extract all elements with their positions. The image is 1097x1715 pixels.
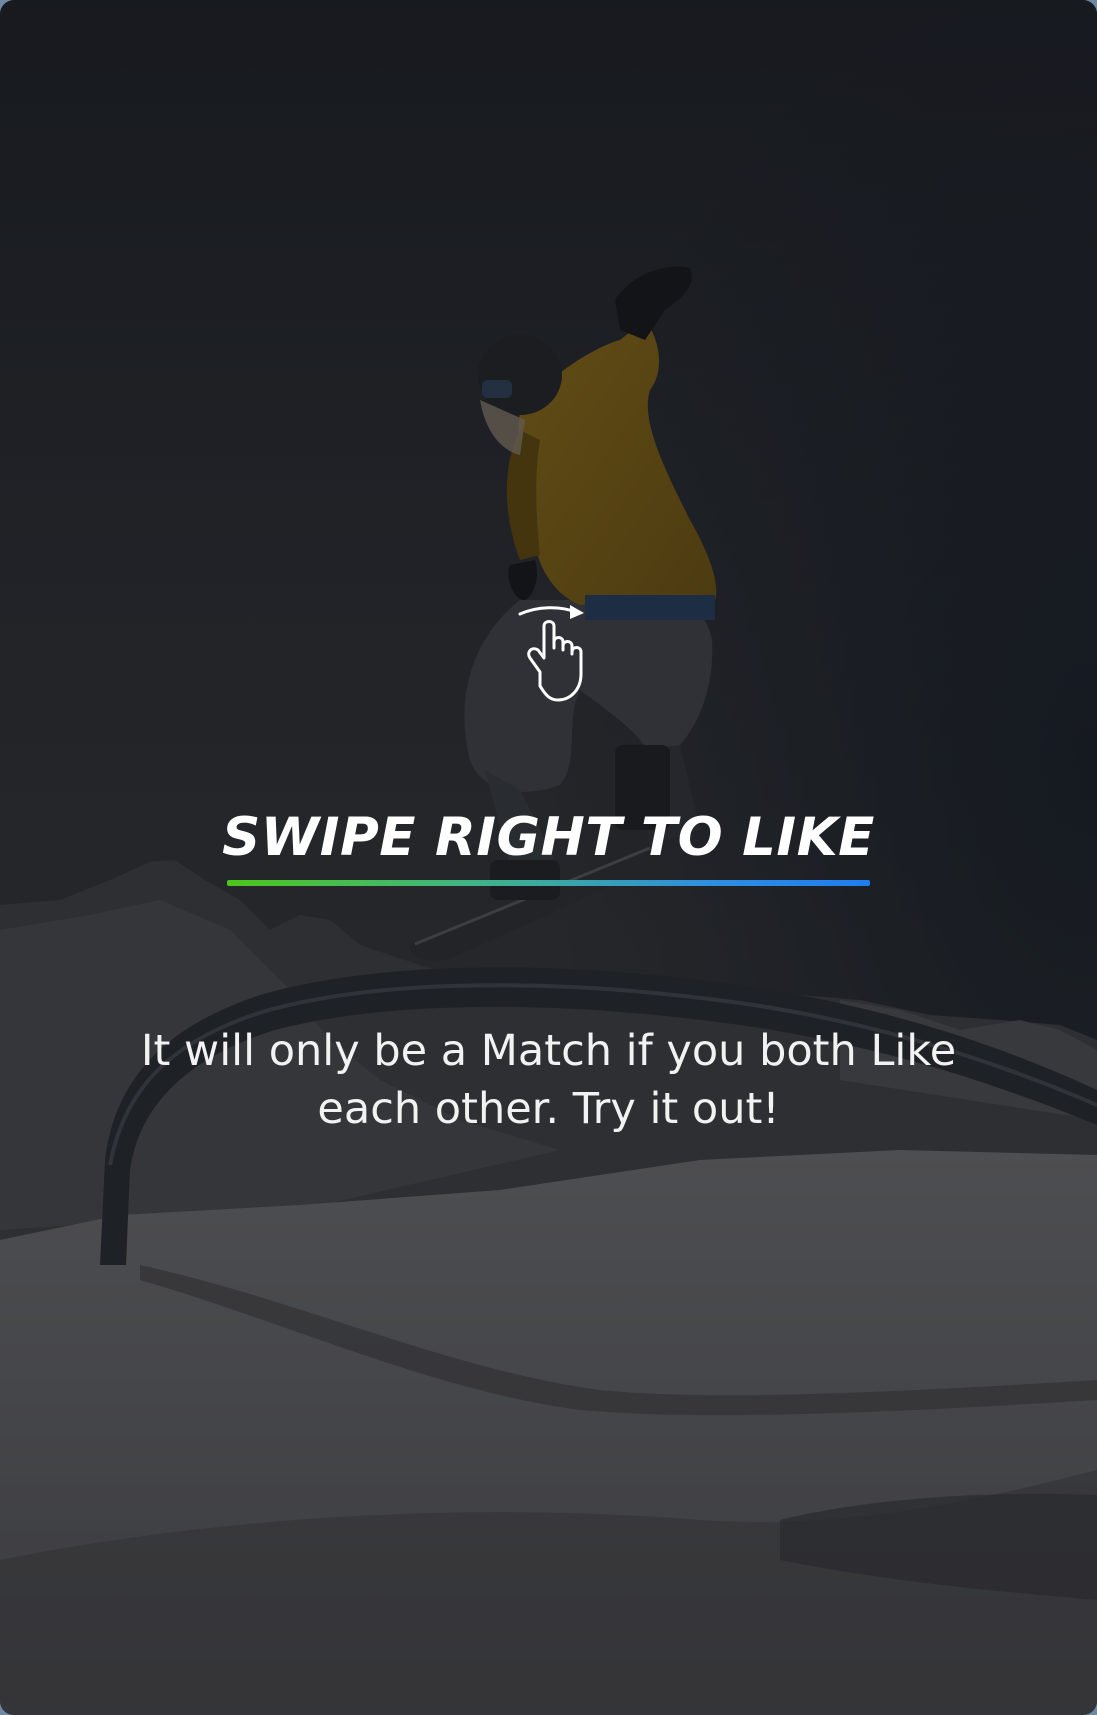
onboarding-card[interactable]: SWIPE RIGHT TO LIKE It will only be a Ma… (0, 0, 1097, 1715)
page-title: SWIPE RIGHT TO LIKE (222, 807, 875, 868)
description-text: It will only be a Match if you both Like… (140, 1026, 957, 1134)
title-underline (227, 880, 870, 886)
swipe-right-hand-icon (518, 605, 584, 702)
